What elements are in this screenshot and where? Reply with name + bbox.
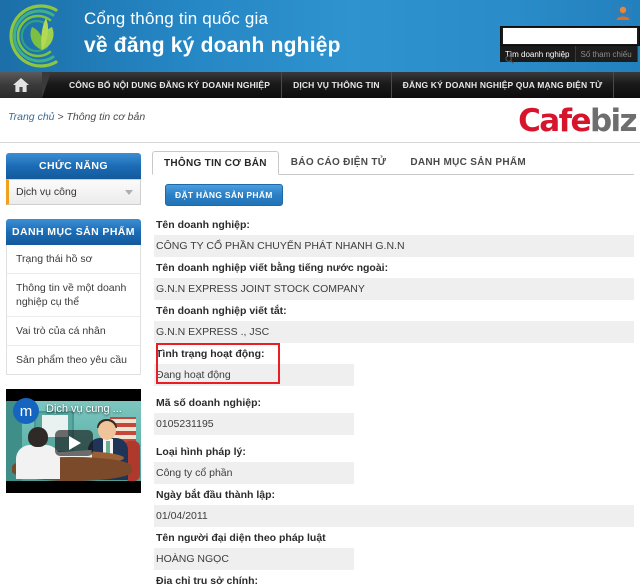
field-value: 01/04/2011 [154,505,634,527]
nav-item-cong-bo-noi-dung[interactable]: CÔNG BỐ NỘI DUNG ĐĂNG KÝ DOANH NGHIỆP [58,72,283,98]
leaf-logo[interactable] [6,2,78,70]
tab-bao-cao-dien-tu[interactable]: BÁO CÁO ĐIỆN TỬ [279,150,399,174]
search-area: Tìm doanh nghiệp Số tham chiếu [500,26,640,64]
breadcrumb: Trang chủ > Thông tin cơ bản [8,111,145,123]
field-label: Tên doanh nghiệp: [156,219,250,231]
field-value: Đang hoạt động [154,364,354,386]
field-label: Loại hình pháp lý: [156,446,246,458]
field-value: HOÀNG NGỌC [154,548,354,570]
page-body: CHỨC NĂNG Dịch vụ công DANH MỤC SẢN PHẨM… [0,143,640,584]
site-title-line2: về đăng ký doanh nghiệp [84,34,341,57]
functions-panel-title: CHỨC NĂNG [6,153,141,179]
chevron-down-icon [125,190,133,195]
field-label: Tên doanh nghiệp viết tắt: [156,305,287,317]
order-product-button[interactable]: ĐẶT HÀNG SẢN PHẨM [165,184,283,206]
field-label: Tình trạng hoạt động: [156,348,265,360]
sidebar-item-thong-tin-doanh-nghiep[interactable]: Thông tin về một doanh nghiệp cụ thể [7,274,140,317]
sidebar: CHỨC NĂNG Dịch vụ công DANH MỤC SẢN PHẨM… [0,143,148,584]
public-service-select[interactable]: Dịch vụ công [6,179,141,205]
field-ten-doanh-nghiep: Tên doanh nghiệp: CÔNG TY CỔ PHẦN CHUYỂN… [154,214,634,257]
home-icon[interactable] [0,72,51,98]
site-header: Cổng thông tin quốc gia về đăng ký doanh… [0,0,640,72]
field-label: Mã số doanh nghiệp: [156,397,261,409]
nav-item-list: CÔNG BỐ NỘI DUNG ĐĂNG KÝ DOANH NGHIỆP DỊ… [58,72,640,98]
nav-item-dang-ky-qua-mang[interactable]: ĐĂNG KÝ DOANH NGHIỆP QUA MẠNG ĐIỆN TỬ [392,72,615,98]
field-label: Tên người đại diện theo pháp luật [156,532,326,544]
search-icon [505,55,514,64]
sidebar-item-san-pham-theo-yeu-cau[interactable]: Sản phẩm theo yêu cầu [7,346,140,374]
main-content: THÔNG TIN CƠ BẢN BÁO CÁO ĐIỆN TỬ DANH MỤ… [148,143,640,584]
sidebar-item-vai-tro-ca-nhan[interactable]: Vai trò của cá nhân [7,317,140,346]
company-info-fields: Tên doanh nghiệp: CÔNG TY CỔ PHẦN CHUYỂN… [152,214,634,584]
breadcrumb-separator: > [54,111,67,123]
main-navigation: CÔNG BỐ NỘI DUNG ĐĂNG KÝ DOANH NGHIỆP DỊ… [0,72,640,98]
field-ten-tieng-nuoc-ngoai: Tên doanh nghiệp viết bằng tiếng nước ng… [154,257,634,300]
tab-danh-muc-san-pham[interactable]: DANH MỤC SẢN PHẨM [398,150,538,174]
play-icon[interactable] [54,430,93,457]
field-nguoi-dai-dien: Tên người đại diện theo pháp luật HOÀNG … [154,527,634,570]
field-value: Công ty cổ phần [154,462,354,484]
channel-avatar: m [13,398,39,424]
field-dia-chi-tru-so: Địa chỉ trụ sở chính: Số 3, ngõ 95 Hoàng… [154,570,634,584]
video-thumbnail[interactable]: m Dịch vụ cung ... [6,389,141,493]
field-value: CÔNG TY CỔ PHẦN CHUYỂN PHÁT NHANH G.N.N [154,235,634,257]
breadcrumb-root[interactable]: Trang chủ [8,111,55,123]
field-value: 0105231195 [154,413,354,435]
search-box[interactable] [500,26,640,46]
catalog-panel: DANH MỤC SẢN PHẨM Trạng thái hồ sơ Thông… [6,219,141,375]
field-label: Địa chỉ trụ sở chính: [156,575,258,584]
field-ngay-thanh-lap: Ngày bắt đầu thành lập: 01/04/2011 [154,484,634,527]
nav-item-dich-vu-thong-tin[interactable]: DỊCH VỤ THÔNG TIN [282,72,392,98]
tab-thong-tin-co-ban[interactable]: THÔNG TIN CƠ BẢN [152,151,279,175]
field-value: G.N.N EXPRESS ., JSC [154,321,634,343]
field-ma-so-doanh-nghiep: Mã số doanh nghiệp: 0105231195 [154,392,634,435]
sidebar-item-trang-thai-ho-so[interactable]: Trạng thái hồ sơ [7,245,140,274]
cafebiz-logo-red: Cafe [518,102,591,139]
cafebiz-logo[interactable]: Cafe biz [518,102,638,139]
breadcrumb-row: Trang chủ > Thông tin cơ bản Cafe biz [0,98,640,143]
site-title: Cổng thông tin quốc gia về đăng ký doanh… [84,7,341,60]
cafebiz-logo-gray: biz [589,102,638,139]
search-tab-reference-number[interactable]: Số tham chiếu [575,46,638,62]
catalog-panel-title: DANH MỤC SẢN PHẨM [6,219,141,245]
search-tabs: Tìm doanh nghiệp Số tham chiếu [500,46,640,62]
field-ten-viet-tat: Tên doanh nghiệp viết tắt: G.N.N EXPRESS… [154,300,634,343]
public-service-select-value: Dịch vụ công [16,186,77,198]
content-tabs: THÔNG TIN CƠ BẢN BÁO CÁO ĐIỆN TỬ DANH MỤ… [152,151,634,175]
breadcrumb-current: Thông tin cơ bản [66,111,146,123]
field-loai-hinh-phap-ly: Loại hình pháp lý: Công ty cổ phần [154,441,634,484]
search-input[interactable] [503,28,637,44]
video-title[interactable]: Dịch vụ cung ... [46,401,122,417]
site-title-line1: Cổng thông tin quốc gia [84,9,269,28]
field-label: Ngày bắt đầu thành lập: [156,489,276,501]
catalog-menu-list: Trạng thái hồ sơ Thông tin về một doanh … [6,245,141,375]
field-label: Tên doanh nghiệp viết bằng tiếng nước ng… [156,262,389,274]
field-value: G.N.N EXPRESS JOINT STOCK COMPANY [154,278,634,300]
functions-panel: CHỨC NĂNG Dịch vụ công [6,153,141,205]
field-tinh-trang-hoat-dong: Tình trạng hoạt động: Đang hoạt động [154,343,634,386]
user-account-icon[interactable] [612,2,634,24]
